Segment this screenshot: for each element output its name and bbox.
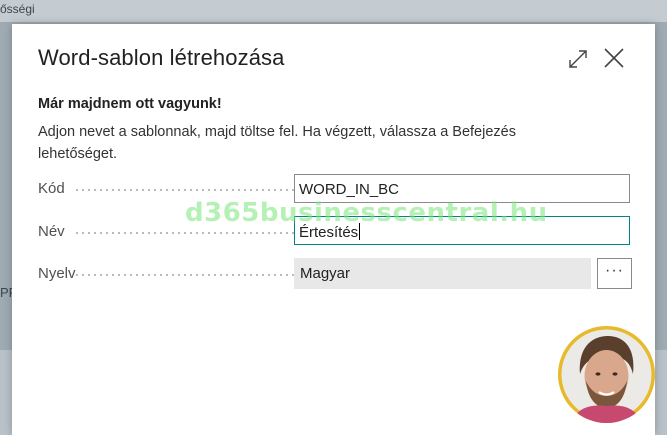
avatar — [558, 326, 655, 423]
expand-icon — [569, 50, 587, 68]
language-field[interactable]: Magyar — [294, 258, 591, 289]
language-leader-dots — [74, 274, 294, 276]
language-lookup-button[interactable]: ··· — [597, 258, 632, 289]
code-label: Kód — [38, 180, 65, 197]
language-label: Nyelv — [38, 265, 76, 282]
avatar-portrait-icon — [561, 329, 652, 423]
expand-button[interactable] — [567, 48, 589, 70]
close-icon — [604, 48, 624, 68]
close-button[interactable] — [603, 47, 625, 69]
watermark: d365businesscentral.hu — [185, 198, 548, 228]
background-title-fragment: ősségi — [0, 2, 35, 16]
name-label: Név — [38, 223, 65, 240]
background-header — [0, 0, 667, 22]
dialog-heading: Már majdnem ott vagyunk! — [38, 96, 222, 112]
name-leader-dots — [74, 232, 294, 234]
code-leader-dots — [74, 189, 294, 191]
dialog-description: Adjon nevet a sablonnak, majd töltse fel… — [38, 124, 516, 162]
dialog-title: Word-sablon létrehozása — [38, 45, 285, 70]
